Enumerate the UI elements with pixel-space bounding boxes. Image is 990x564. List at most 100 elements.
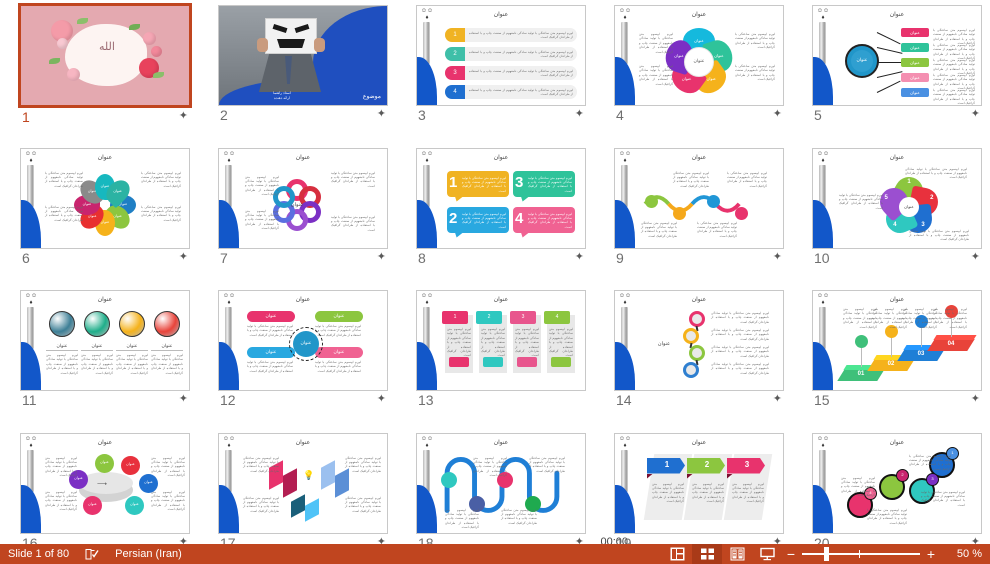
slide-show-view-button[interactable] <box>752 544 782 564</box>
reading-view-button[interactable] <box>722 544 752 564</box>
animation-star-icon[interactable]: ✦ <box>179 252 188 263</box>
slide-thumbnail[interactable]: ☺☺♦ عنوان12345عنوانلورم ایپسوم متن ساختگ… <box>812 148 982 249</box>
zoom-slider[interactable] <box>802 544 920 564</box>
slide-thumbnail-cell[interactable]: ☺☺♦ عنوان12345عنوانلورم ایپسوم متن ساختگ… <box>792 146 990 289</box>
list-row-text: لورم ایپسوم متن ساختگی با تولید سادگی نا… <box>469 50 573 59</box>
slide-thumbnail[interactable]: ☺☺♦ عنوان لورم ایپسوم متن ساختگی با تولی… <box>614 148 784 249</box>
zoom-slider-handle[interactable] <box>824 547 829 561</box>
slide-thumbnail[interactable]: ☺☺♦ عنوان1لورم ایپسوم متن ساختگی با تولی… <box>416 5 586 106</box>
slide-thumbnail[interactable]: ☺☺♦ عنوانعنوانعنوانعنوانعنوانعنوانعنوانع… <box>20 148 190 249</box>
animation-star-icon[interactable]: ✦ <box>971 252 980 263</box>
callout-text: لورم ایپسوم متن ساختگی با تولید سادگی نا… <box>528 212 572 230</box>
slide-decoration-strip: ☺☺♦ <box>417 149 439 248</box>
pen-illustration <box>819 450 826 492</box>
slide-number-label: 7 <box>220 250 228 266</box>
language-indicator[interactable]: Persian (Iran) <box>107 544 190 564</box>
diagram-shape <box>143 32 156 45</box>
slide-thumbnail-cell[interactable]: ☺☺♦ عنوانعنوانلورم ایپسوم متن ساختگی با … <box>198 146 396 289</box>
slide-thumbnail[interactable]: الله <box>18 3 192 108</box>
slide-decoration-strip: ☺☺♦ <box>813 291 835 390</box>
slide-thumbnail[interactable]: ☺☺♦ عنوان1لورم ایپسوم متن ساختگی با تولی… <box>416 290 586 391</box>
segment-number: 2 <box>928 195 936 201</box>
diagram-shape <box>707 195 720 208</box>
slide-thumbnail-cell[interactable]: موضوعاستاد راهنماارائه دهنده 2 ✦ <box>198 3 396 146</box>
card-footer-chip <box>517 357 537 367</box>
slide-title: عنوان <box>615 439 783 446</box>
slide-thumbnail[interactable]: ☺☺♦ عنوان1234لورم ایپسوم متن ساختگی با ت… <box>812 433 982 534</box>
slide-decoration-strip: ☺☺♦ <box>21 291 43 390</box>
slide-body-text: لورم ایپسوم متن ساختگی با تولید سادگی نا… <box>331 171 375 189</box>
slide-thumbnail-cell[interactable]: ☺☺♦ عنوان01لورم ایپسوم متن ساختگی با تول… <box>792 288 990 431</box>
slide-thumbnail-cell[interactable]: ☺☺♦ عنوان1لورم ایپسوم متن ساختگی با تولی… <box>396 288 594 431</box>
animation-star-icon[interactable]: ✦ <box>773 109 782 120</box>
slide-title: عنوان <box>21 439 189 446</box>
zoom-out-button[interactable]: − <box>782 544 800 564</box>
slide-thumbnail[interactable]: ☺☺♦ عنوانعنوانلورم ایپسوم متن ساختگی با … <box>20 290 190 391</box>
slide-thumbnail[interactable]: ☺☺♦ عنوانعنوانعنوانعنوانعنوانعنوانعنوانع… <box>614 5 784 106</box>
slide-thumbnail[interactable]: ☺☺♦ عنوان💡لورم ایپسوم متن ساختگی با تولی… <box>218 433 388 534</box>
shape-label: عنوان <box>315 349 363 355</box>
slide-decoration-strip: ☺☺♦ <box>21 434 43 533</box>
slide-title: عنوان <box>417 296 585 303</box>
animation-star-icon[interactable]: ✦ <box>377 109 386 120</box>
animation-star-icon[interactable]: ✦ <box>575 252 584 263</box>
slide-number-label: 12 <box>220 392 236 408</box>
group-number: 2 <box>898 472 907 477</box>
status-bar: Slide 1 of 80 Persian (Iran) <box>0 544 990 564</box>
slide-thumbnail[interactable]: ☺☺♦ عنوانعنوانلورم ایپسوم متن ساختگی با … <box>218 148 388 249</box>
slide-thumbnail[interactable]: ☺☺♦ عنوانلورم ایپسوم متن ساختگی با تولید… <box>614 290 784 391</box>
slide-decoration-strip: ☺☺♦ <box>615 434 637 533</box>
slide-thumbnail-cell[interactable]: ☺☺♦ عنوان لورم ایپسوم متن ساختگی با تولی… <box>594 146 792 289</box>
slide-counter[interactable]: Slide 1 of 80 <box>0 544 77 564</box>
slide-sorter-view-button[interactable] <box>692 544 722 564</box>
slide-thumbnail[interactable]: ☺☺♦ عنوان01لورم ایپسوم متن ساختگی با تول… <box>812 290 982 391</box>
slide-number-label: 6 <box>22 250 30 266</box>
slide-thumbnail[interactable]: ☺☺♦ عنوان1لورم ایپسوم متن ساختگی با تولی… <box>614 433 784 534</box>
slide-thumbnail-cell[interactable]: ☺☺♦ عنوانعنوانعنوانلورم ایپسوم متن ساختگ… <box>792 3 990 146</box>
slide-thumbnail-cell[interactable]: ☺☺♦ عنوانعنوانعنوانعنوانعنوانعنوانعنوانع… <box>594 3 792 146</box>
blue-swoosh <box>21 200 41 248</box>
animation-star-icon[interactable]: ✦ <box>575 109 584 120</box>
slide-thumbnail[interactable]: موضوعاستاد راهنماارائه دهنده <box>218 5 388 106</box>
slide-thumbnail-cell[interactable]: ☺☺♦ عنوانعنوانلورم ایپسوم متن ساختگی با … <box>198 288 396 431</box>
slide-thumbnail-cell[interactable]: ☺☺♦ عنوانلورم ایپسوم متن ساختگی با تولید… <box>594 288 792 431</box>
group-number: 3 <box>928 476 937 481</box>
slide-thumbnail[interactable]: ☺☺♦ عنوانعنوانلورم ایپسوم متن ساختگی با … <box>218 290 388 391</box>
sphere-label: عنوان <box>81 343 113 349</box>
shape-label: عنوان <box>247 349 295 355</box>
animation-star-icon[interactable]: ✦ <box>377 252 386 263</box>
stair-text: لورم ایپسوم متن ساختگی با تولید سادگی نا… <box>873 307 907 329</box>
normal-view-button[interactable] <box>662 544 692 564</box>
slide-thumbnail-cell[interactable]: ☺☺♦ عنوانعنوانلورم ایپسوم متن ساختگی با … <box>0 288 198 431</box>
stair-text: لورم ایپسوم متن ساختگی با تولید سادگی نا… <box>843 307 877 329</box>
slide-thumbnail[interactable]: ☺☺♦ عنوان لورم ایپسوم متن ساختگی با تولی… <box>416 433 586 534</box>
card-header: 4 <box>544 311 570 324</box>
slide-grid[interactable]: الله 1 ✦ موضوعاستاد راهنماارائه دهنده 2 … <box>0 0 990 544</box>
animation-star-icon[interactable]: ✦ <box>773 394 782 405</box>
animation-star-icon[interactable]: ✦ <box>971 394 980 405</box>
slide-thumbnail-cell[interactable]: الله 1 ✦ <box>0 3 198 146</box>
animation-star-icon[interactable]: ✦ <box>179 111 188 122</box>
animation-star-icon[interactable]: ✦ <box>773 252 782 263</box>
animation-star-icon[interactable]: ✦ <box>179 394 188 405</box>
zoom-in-button[interactable]: + <box>922 544 940 564</box>
blue-swoosh <box>615 57 635 105</box>
slide-thumbnail-cell[interactable]: ☺☺♦ عنوانعنوانعنوانعنوانعنوانعنوانعنوانع… <box>0 146 198 289</box>
spell-check-icon[interactable] <box>77 544 107 564</box>
slide-thumbnail[interactable]: ☺☺♦ عنوان1لورم ایپسوم متن ساختگی با تولی… <box>416 148 586 249</box>
animation-star-icon[interactable]: ✦ <box>971 109 980 120</box>
blue-swoosh <box>615 342 635 390</box>
slide-meta: 12 ✦ <box>218 392 388 410</box>
slide-thumbnail[interactable]: ☺☺♦ عنوان⟶عنوانعنوانعنوانعنوانعنوانعنوان… <box>20 433 190 534</box>
slide-body-text: لورم ایپسوم متن ساختگی با تولید سادگی نا… <box>243 456 279 474</box>
slide-thumbnail[interactable]: ☺☺♦ عنوانعنوانعنوانلورم ایپسوم متن ساختگ… <box>812 5 982 106</box>
animation-star-icon[interactable]: ✦ <box>377 394 386 405</box>
status-bar-right: − + 50 % <box>662 544 990 564</box>
slide-body-text: لورم ایپسوم متن ساختگی با تولید سادگی نا… <box>345 496 381 514</box>
diagram-shape <box>57 38 68 49</box>
slide-thumbnail-cell[interactable]: ☺☺♦ عنوان1لورم ایپسوم متن ساختگی با تولی… <box>396 146 594 289</box>
slide-canvas-20: ☺☺♦ عنوان1234لورم ایپسوم متن ساختگی با ت… <box>813 434 981 533</box>
diamond-shape <box>321 460 335 489</box>
slide-thumbnail-cell[interactable]: ☺☺♦ عنوان1لورم ایپسوم متن ساختگی با تولی… <box>396 3 594 146</box>
normal-view-icon <box>670 547 685 561</box>
